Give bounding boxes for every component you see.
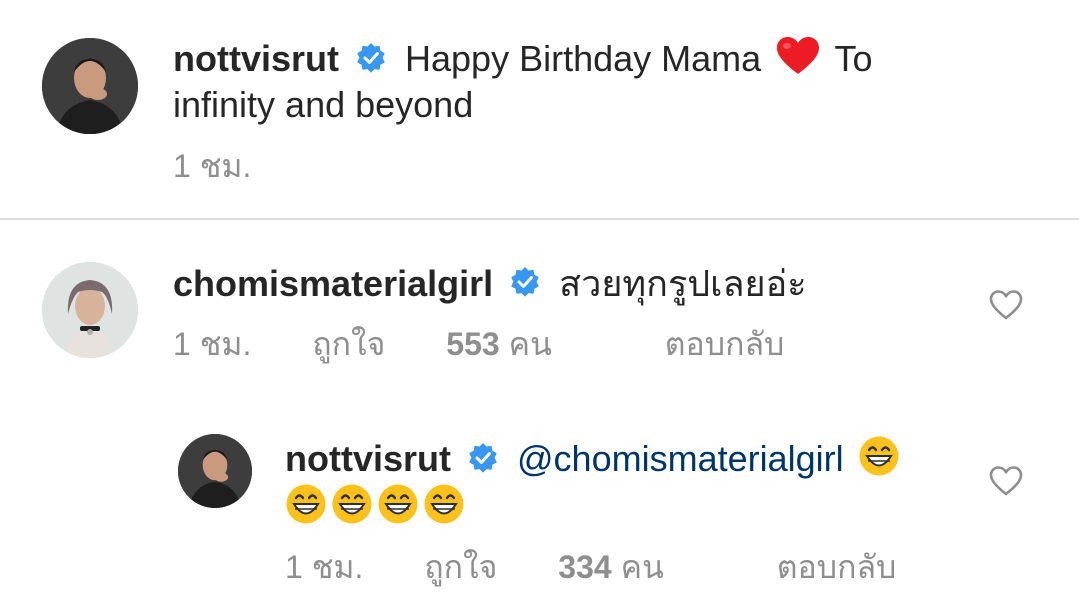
reply-likes-suffix: คน <box>620 549 664 585</box>
reply-timestamp: 1 ชม. <box>285 549 364 585</box>
avatar-image <box>42 38 138 134</box>
reply-username[interactable]: nottvisrut <box>285 438 451 479</box>
red-heart-emoji-icon <box>775 36 821 87</box>
caption-timestamp: 1 ชม. <box>173 148 252 184</box>
avatar-image <box>178 434 252 508</box>
verified-badge-icon <box>355 39 387 85</box>
reply-like-heart-icon[interactable] <box>988 465 1024 497</box>
comment-line: chomismaterialgirl สวยทุกรูปเลยอ่ะ <box>173 261 807 309</box>
caption-divider <box>0 218 1079 220</box>
avatar-image <box>42 262 138 358</box>
reply-likes[interactable]: ถูกใจ 334 คน <box>424 549 716 585</box>
reply-line-1: nottvisrut @chomismaterialgirl <box>285 435 900 488</box>
caption-text-part1: Happy Birthday Mama <box>405 38 762 80</box>
comment-text: สวยทุกรูปเลยอ่ะ <box>559 263 807 304</box>
comment-likes-prefix: ถูกใจ <box>312 326 386 362</box>
comment-username[interactable]: chomismaterialgirl <box>173 263 493 304</box>
avatar-chomismaterialgirl[interactable] <box>42 262 138 358</box>
comment-likes[interactable]: ถูกใจ 553 คน <box>312 326 604 362</box>
caption-username[interactable]: nottvisrut <box>173 38 339 79</box>
reply-meta: 1 ชม. ถูกใจ 334 คน ตอบกลับ <box>285 547 948 587</box>
grinning-face-emoji-icon <box>858 435 900 488</box>
caption-text-part2: To <box>834 38 873 80</box>
comment-timestamp: 1 ชม. <box>173 326 252 362</box>
comments-screen: nottvisrut Happy Birthday Mama To infini… <box>0 0 1079 612</box>
caption-line-2: infinity and beyond <box>173 84 474 125</box>
comment-reply-button[interactable]: ตอบกลับ <box>665 326 785 362</box>
grinning-face-emoji-icon <box>331 483 373 536</box>
reply-reply-button[interactable]: ตอบกลับ <box>777 549 897 585</box>
caption-line-1: nottvisrut Happy Birthday Mama To <box>173 36 873 87</box>
caption-meta: 1 ชม. <box>173 146 303 186</box>
reply-mention-link[interactable]: @chomismaterialgirl <box>517 438 844 479</box>
grinning-face-emoji-icon <box>377 483 419 536</box>
verified-badge-icon <box>467 439 499 485</box>
comment-likes-suffix: คน <box>508 326 552 362</box>
reply-line-2 <box>285 483 465 536</box>
reply-likes-count: 334 <box>558 549 612 585</box>
reply-likes-prefix: ถูกใจ <box>424 549 498 585</box>
verified-badge-icon <box>509 263 541 309</box>
comment-likes-count: 553 <box>446 326 500 362</box>
grinning-face-emoji-icon <box>423 483 465 536</box>
grinning-face-emoji-icon <box>285 483 327 536</box>
comment-meta: 1 ชม. ถูกใจ 553 คน ตอบกลับ <box>173 324 836 364</box>
avatar-nottvisrut[interactable] <box>42 38 138 134</box>
avatar-nottvisrut-reply[interactable] <box>178 434 252 508</box>
comment-like-heart-icon[interactable] <box>988 289 1024 321</box>
